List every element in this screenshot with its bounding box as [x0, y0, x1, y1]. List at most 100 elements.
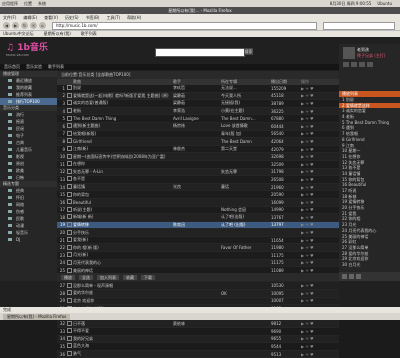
- checkbox-icon[interactable]: [67, 290, 72, 296]
- table-row[interactable]: 4 老街 李荣浩 小黄(在主题) 36225 ▶ + ♥: [57, 107, 339, 116]
- checkbox-icon[interactable]: [67, 146, 72, 152]
- row-actions[interactable]: ▶ + ♥: [301, 260, 331, 265]
- row-actions[interactable]: ▶ + ♥: [301, 192, 331, 197]
- back-icon[interactable]: ◀: [3, 22, 10, 29]
- forward-icon[interactable]: ▶: [12, 22, 19, 29]
- checkbox-icon[interactable]: [67, 138, 72, 144]
- table-row[interactable]: 11 在想你 32509 ▶ + ♥: [57, 161, 339, 169]
- tab-artists[interactable]: 歌手列表: [48, 64, 64, 70]
- sidebar-item[interactable]: DJ: [0, 236, 57, 243]
- row-actions[interactable]: ▶ + ♥: [301, 124, 331, 129]
- checkbox-icon[interactable]: [67, 328, 72, 334]
- checkbox-icon[interactable]: [67, 335, 72, 341]
- table-row[interactable]: 6 遇到(新主题曲) 杨宗纬 Love 该首情歌 60444 ▶ + ♥: [57, 122, 339, 131]
- table-row[interactable]: 24 月亮代表我的心 11175 ▶ + ♥: [57, 259, 339, 268]
- table-row[interactable]: 27 没那么简单 - 现声演唱 10530 ▶ + ♥: [57, 282, 339, 291]
- table-row[interactable]: 16 Beautiful 16099 ▶ + ♥: [57, 198, 339, 207]
- table-row[interactable]: 28 爱的华尔兹 OK 10095 ▶ + ♥: [57, 290, 339, 298]
- table-row[interactable]: 34 我的好兄弟 9655 ▶ + ♥: [57, 335, 339, 344]
- table-row[interactable]: 5 The Best Damn Thing Avril Lavigne The Bes…: [57, 115, 339, 123]
- checkbox-icon[interactable]: [67, 168, 72, 174]
- browser-search-input[interactable]: [323, 21, 395, 30]
- sidebar-item[interactable]: 网络: [0, 201, 57, 208]
- row-actions[interactable]: ▶ + ♥: [301, 147, 331, 152]
- sidebar-item[interactable]: 摇滚: [0, 118, 57, 125]
- row-actions[interactable]: ▶ + ♥: [301, 253, 331, 258]
- row-actions[interactable]: ▶ + ♥: [301, 329, 331, 334]
- menu-history[interactable]: 历史(S): [65, 15, 79, 21]
- shuffle-icon[interactable]: [356, 274, 361, 279]
- row-actions[interactable]: ▶ + ♥: [301, 185, 331, 190]
- add-icon[interactable]: [342, 274, 347, 279]
- menu-edit[interactable]: 编辑(E): [23, 15, 37, 21]
- menu-system[interactable]: 系统: [38, 1, 46, 7]
- sidebar-item[interactable]: 经典: [0, 187, 57, 194]
- row-actions[interactable]: ▶ + ♥: [301, 93, 331, 98]
- url-bar[interactable]: http://music.1b.com/: [52, 21, 317, 30]
- menu-tools[interactable]: 工具(T): [106, 15, 120, 21]
- sidebar-item[interactable]: 原创: [0, 160, 57, 167]
- checkbox-icon[interactable]: [67, 252, 72, 258]
- sidebar-item[interactable]: 欧美: [0, 167, 57, 174]
- table-row[interactable]: 1 别说 李玖哲 无法说... 155209 ▶ + ♥: [57, 85, 339, 93]
- table-row[interactable]: 14 童话镇 光良 童话 21960 ▶ + ♥: [57, 183, 339, 192]
- row-actions[interactable]: ▶ + ♥: [301, 139, 331, 144]
- checkbox-icon[interactable]: [67, 100, 72, 106]
- col-plays[interactable]: 播出日期: [271, 79, 301, 85]
- menu-view[interactable]: 查看(V): [44, 15, 58, 21]
- sidebar-item[interactable]: 推荐列表: [0, 91, 57, 98]
- sidebar-item[interactable]: 我的收藏: [0, 84, 57, 91]
- sidebar-item-selected[interactable]: 排行TOP100: [0, 98, 57, 105]
- checkbox-icon[interactable]: [67, 153, 72, 159]
- tab-home[interactable]: 音乐首页: [4, 64, 20, 70]
- sidebar-item[interactable]: 民谣: [0, 125, 57, 132]
- row-actions[interactable]: ▶ + ♥: [301, 298, 331, 303]
- checkbox-icon[interactable]: [67, 92, 72, 98]
- col-title[interactable]: 歌曲: [73, 79, 173, 85]
- menu-file[interactable]: 文件(F): [3, 15, 16, 21]
- table-row[interactable]: 9 江南(新) 林俊杰 第二天堂 42079 ▶ + ♥: [57, 146, 339, 154]
- tab-lab[interactable]: 音乐实验: [26, 64, 42, 70]
- table-row[interactable]: 22 你的 相(新 版) Favor Of Father 11980 ▶ + ♥: [57, 244, 339, 253]
- row-actions[interactable]: ▶ + ♥: [301, 238, 331, 243]
- checkbox-icon[interactable]: [67, 297, 72, 303]
- checkbox-icon[interactable]: [67, 123, 72, 129]
- download-button[interactable]: 下载: [141, 274, 155, 280]
- sidebar-item[interactable]: 电子: [0, 132, 57, 139]
- table-row[interactable]: 12 失恋无罪 - A-Lin 失恋无罪 31798 ▶ + ♥: [57, 168, 339, 177]
- checkbox-icon[interactable]: [67, 115, 72, 121]
- checkbox-icon[interactable]: [67, 184, 72, 190]
- menu-bookmarks[interactable]: 书签(B): [86, 15, 100, 21]
- table-row[interactable]: 15 你的背包 20590 ▶ + ♥: [57, 191, 339, 199]
- row-actions[interactable]: ▶ + ♥: [301, 207, 331, 212]
- menu-places[interactable]: 位置: [24, 1, 32, 7]
- row-actions[interactable]: ▶ + ♥: [301, 101, 331, 106]
- delete-icon[interactable]: [349, 274, 354, 279]
- playlist-item[interactable]: 30 白月光: [339, 262, 400, 268]
- row-actions[interactable]: ▶ + ♥: [301, 344, 331, 349]
- sidebar-item[interactable]: 怀旧: [0, 194, 57, 201]
- table-row[interactable]: 20 分手快乐 ▶ + ♥: [57, 229, 339, 237]
- table-row[interactable]: 32 日不落 蔡依林 9812 ▶ + ♥: [57, 320, 339, 328]
- row-actions[interactable]: ▶ + ♥: [301, 154, 331, 159]
- play-icon[interactable]: [351, 62, 357, 67]
- row-actions[interactable]: ▶ + ♥: [301, 86, 331, 91]
- sidebar-item[interactable]: 轻音乐: [0, 229, 57, 236]
- checkbox-icon[interactable]: [67, 221, 72, 227]
- next-icon[interactable]: [359, 62, 365, 67]
- row-actions[interactable]: ▶ + ♥: [301, 162, 331, 167]
- row-actions[interactable]: ▶ + ♥: [301, 291, 331, 296]
- checkbox-icon[interactable]: [67, 343, 72, 349]
- table-row[interactable]: 36 勇气 9513 ▶ + ♥: [57, 350, 339, 358]
- col-artist[interactable]: 歌手: [173, 79, 221, 85]
- checkbox-icon[interactable]: [67, 130, 72, 136]
- table-row[interactable]: 2 爱情就是这(一起)电影[ 就吗?新版]['爱我 主题曲] (原) 梁静茹 今天我人…: [57, 92, 339, 101]
- panel-clock[interactable]: 8月30日 周四 9:00:55: [330, 1, 372, 7]
- table-row[interactable]: 29 北京 欢迎你 10007 ▶ + ♥: [57, 297, 339, 306]
- taskbar-window[interactable]: 星期所以有(我) - Mozilla Firefox: [3, 313, 71, 320]
- site-logo[interactable]: ♫ 1b音乐 MUSIC.1B.COM: [6, 40, 62, 64]
- row-actions[interactable]: ▶ + ♥: [301, 169, 331, 174]
- table-row[interactable]: 10 星期一(由国际宣传中)世界协辩总(2008年为亚广富) 32698 ▶ + ♥: [57, 153, 339, 161]
- reload-icon[interactable]: ↻: [21, 22, 28, 29]
- checkbox-icon[interactable]: [67, 267, 72, 273]
